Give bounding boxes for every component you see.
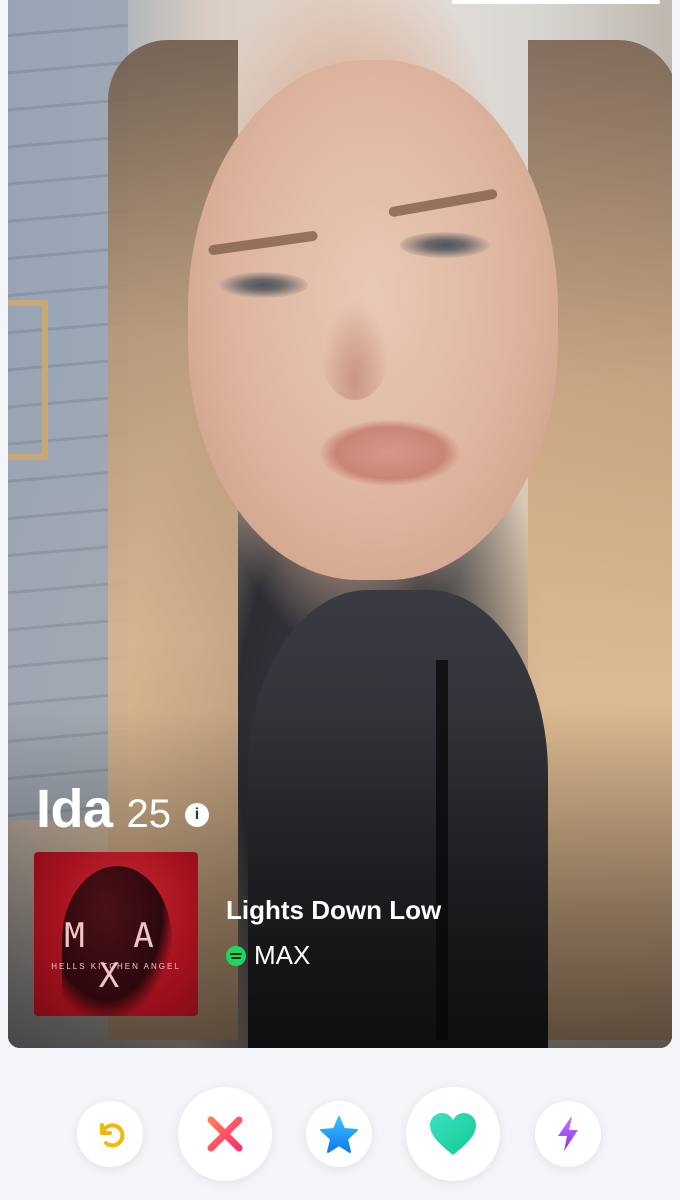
nose <box>320 300 390 400</box>
star-icon <box>320 1116 358 1153</box>
boost-button[interactable] <box>535 1101 601 1167</box>
action-bar <box>0 1080 680 1190</box>
like-button[interactable] <box>406 1087 500 1181</box>
photo-progress-indicator <box>452 0 660 4</box>
artist-row: MAX <box>226 940 310 971</box>
lips <box>320 420 460 486</box>
artist-name: MAX <box>254 940 311 970</box>
profile-header: Ida 25 i <box>36 778 210 840</box>
profile-age: 25 <box>126 792 172 836</box>
album-art-title: M A X <box>64 916 168 996</box>
eye-left <box>218 272 308 298</box>
song-title[interactable]: Lights Down Low <box>226 895 441 926</box>
super-like-button[interactable] <box>306 1101 372 1167</box>
lightning-icon <box>558 1117 578 1151</box>
heart-icon <box>430 1113 476 1155</box>
nope-button[interactable] <box>178 1087 272 1181</box>
eye-right <box>400 232 490 258</box>
album-art-subtitle: HELLS KITCHEN ANGEL <box>51 962 181 971</box>
window-frame <box>8 300 48 460</box>
info-icon[interactable]: i <box>185 803 210 827</box>
close-icon <box>207 1116 243 1152</box>
album-art[interactable]: M A X HELLS KITCHEN ANGEL <box>34 852 198 1016</box>
rewind-button[interactable] <box>77 1101 143 1167</box>
spotify-icon <box>226 945 246 966</box>
profile-name: Ida <box>36 779 113 839</box>
rewind-icon <box>100 1123 125 1148</box>
